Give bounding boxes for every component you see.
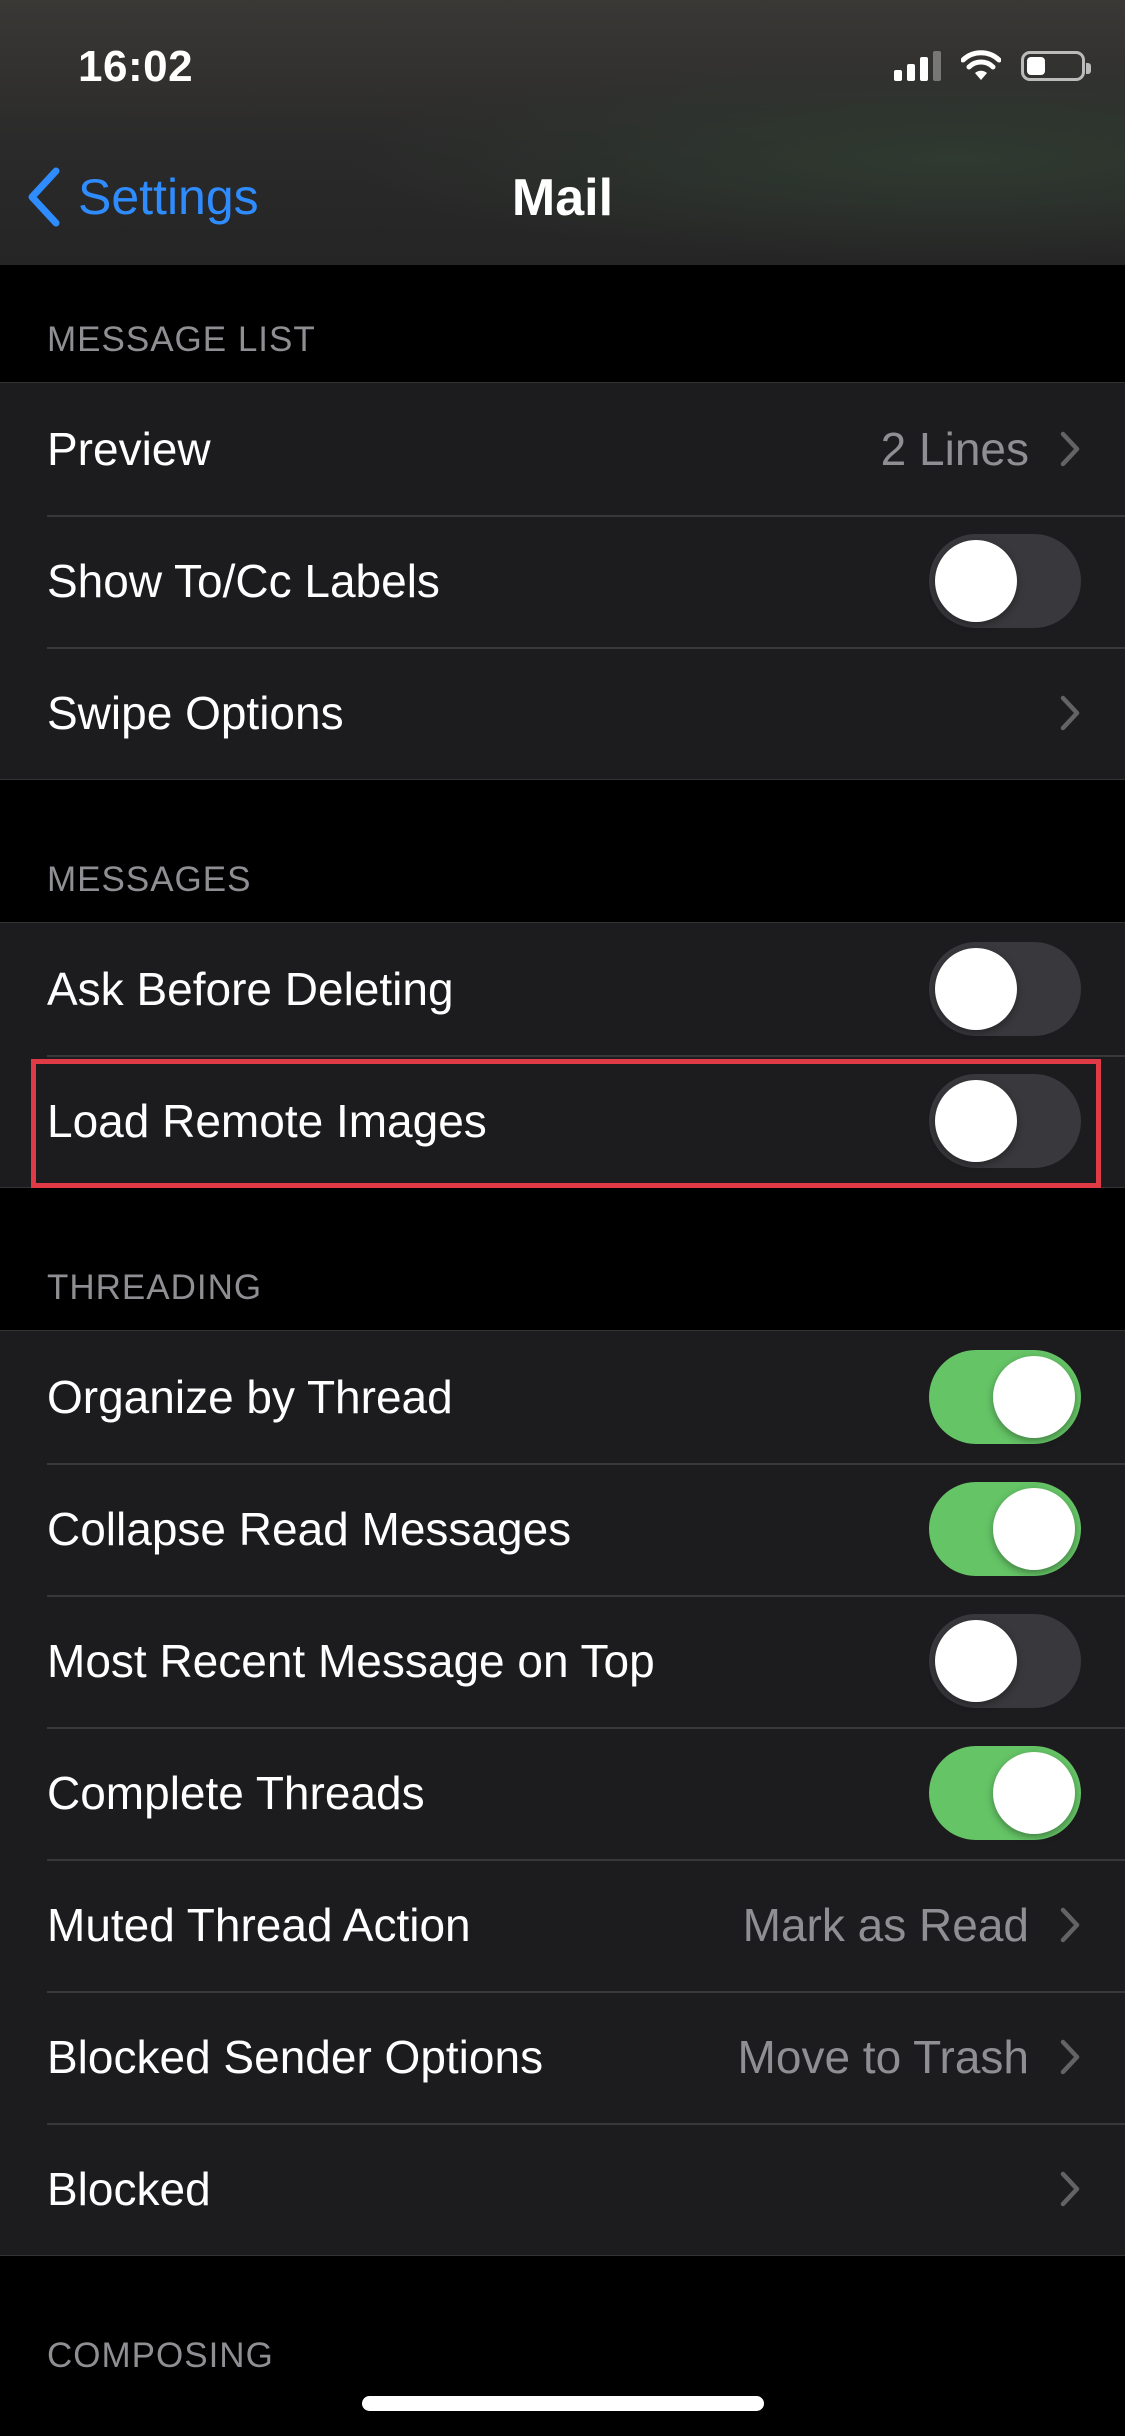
wifi-icon [961, 50, 1001, 80]
row-collapse-read-messages: Collapse Read Messages [0, 1463, 1125, 1595]
settings-list: MESSAGE LIST Preview 2 Lines Show To/Cc … [0, 265, 1125, 2398]
row-label: Collapse Read Messages [47, 1503, 572, 1555]
navigation-header: 16:02 Settings Mail [0, 0, 1125, 265]
row-load-remote-images: Load Remote Images [0, 1055, 1125, 1187]
row-preview[interactable]: Preview 2 Lines [0, 383, 1125, 515]
home-indicator[interactable] [362, 2396, 764, 2411]
group-message-list: Preview 2 Lines Show To/Cc Labels Swipe … [0, 382, 1125, 780]
chevron-right-icon [1060, 2171, 1080, 2207]
organize-by-thread-toggle[interactable] [929, 1350, 1081, 1444]
chevron-right-icon [1060, 1907, 1080, 1943]
battery-icon [1021, 51, 1091, 81]
chevron-right-icon [1060, 2039, 1080, 2075]
row-ask-before-deleting: Ask Before Deleting [0, 923, 1125, 1055]
row-label: Muted Thread Action [47, 1899, 471, 1951]
status-icons [894, 50, 1091, 82]
row-label: Show To/Cc Labels [47, 555, 440, 607]
row-most-recent-on-top: Most Recent Message on Top [0, 1595, 1125, 1727]
page-title: Mail [511, 169, 614, 227]
row-label: Most Recent Message on Top [47, 1635, 655, 1687]
row-label: Blocked Sender Options [47, 2031, 544, 2083]
group-messages: Ask Before Deleting Load Remote Images [0, 922, 1125, 1188]
chevron-right-icon [1060, 695, 1080, 731]
row-label: Complete Threads [47, 1767, 425, 1819]
row-value: Move to Trash [737, 2031, 1029, 2083]
row-label: Ask Before Deleting [47, 963, 454, 1015]
complete-threads-toggle[interactable] [929, 1746, 1081, 1840]
row-label: Preview [47, 423, 211, 475]
status-time: 16:02 [78, 42, 194, 91]
show-to-cc-labels-toggle[interactable] [929, 534, 1081, 628]
section-header-threading: THREADING [47, 1268, 263, 1307]
row-blocked-sender-options[interactable]: Blocked Sender Options Move to Trash [0, 1991, 1125, 2123]
most-recent-on-top-toggle[interactable] [929, 1614, 1081, 1708]
row-complete-threads: Complete Threads [0, 1727, 1125, 1859]
collapse-read-messages-toggle[interactable] [929, 1482, 1081, 1576]
row-show-to-cc-labels: Show To/Cc Labels [0, 515, 1125, 647]
row-label: Blocked [47, 2163, 211, 2215]
row-muted-thread-action[interactable]: Muted Thread Action Mark as Read [0, 1859, 1125, 1991]
row-label: Load Remote Images [47, 1095, 487, 1147]
row-value: Mark as Read [742, 1899, 1029, 1951]
cellular-signal-icon [894, 51, 941, 81]
group-threading: Organize by Thread Collapse Read Message… [0, 1330, 1125, 2256]
section-header-composing: COMPOSING [47, 2336, 274, 2375]
chevron-right-icon [1060, 431, 1080, 467]
row-swipe-options[interactable]: Swipe Options [0, 647, 1125, 779]
row-organize-by-thread: Organize by Thread [0, 1331, 1125, 1463]
section-header-messages: MESSAGES [47, 860, 252, 899]
ask-before-deleting-toggle[interactable] [929, 942, 1081, 1036]
row-blocked[interactable]: Blocked [0, 2123, 1125, 2255]
row-label: Swipe Options [47, 687, 344, 739]
row-label: Organize by Thread [47, 1371, 453, 1423]
row-value: 2 Lines [880, 423, 1029, 475]
load-remote-images-toggle[interactable] [929, 1074, 1081, 1168]
section-header-message-list: MESSAGE LIST [47, 320, 316, 359]
